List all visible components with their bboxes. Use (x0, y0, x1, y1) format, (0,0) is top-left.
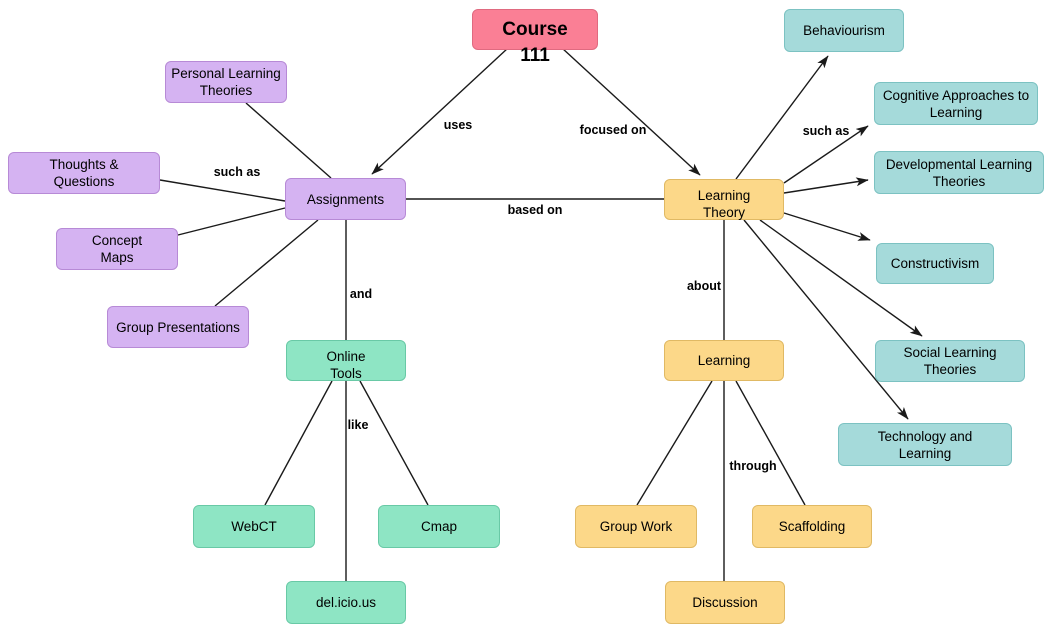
node-learning[interactable]: Learning (664, 340, 784, 381)
node-behaviourism[interactable]: Behaviourism (784, 9, 904, 52)
edge-course-assignments (371, 47, 509, 175)
node-label-constructivism: Constructivism (890, 256, 980, 271)
node-groupwork[interactable]: Group Work (575, 505, 697, 548)
edge-label-about: about (686, 279, 722, 293)
edge-grouppres-assignments (214, 219, 319, 307)
edge-learning-scaffolding (735, 380, 806, 506)
edge-label-such-as-left: such as (213, 165, 261, 179)
node-label-webct: WebCT (231, 519, 277, 534)
edge-label-like: like (347, 418, 369, 432)
node-social[interactable]: Social Learning Theories (875, 340, 1025, 382)
node-scaffolding[interactable]: Scaffolding (752, 505, 872, 548)
node-label-groupwork: Group Work (599, 519, 673, 534)
node-label-thoughts: Thoughts & Questions (49, 157, 119, 189)
node-label-cmap: Cmap (420, 519, 457, 534)
edge-learningtheory-behaviourism (735, 55, 829, 180)
node-label-behaviourism: Behaviourism (803, 23, 885, 38)
edge-thoughts-assignments (159, 179, 286, 202)
edge-learningtheory-constructivism (783, 212, 871, 241)
node-onlinetools[interactable]: Online Tools (286, 340, 406, 381)
node-label-grouppres: Group Presentations (116, 319, 240, 335)
node-constructivism[interactable]: Constructivism (876, 243, 994, 284)
edge-label-through: through (729, 459, 777, 473)
node-label-scaffolding: Scaffolding (778, 519, 846, 534)
node-label-conceptmaps: Concept Maps (91, 233, 143, 265)
node-label-social: Social Learning Theories (903, 345, 997, 377)
node-label-cognitive: Cognitive Approaches to Learning (882, 87, 1030, 120)
node-course[interactable]: Course 111 (472, 9, 598, 66)
concept-map-canvas: Course 111 Personal Learning Theories Thou… (0, 0, 1048, 634)
node-label-learningtheory: Learning Theory (697, 188, 751, 220)
node-conceptmaps[interactable]: Concept Maps (56, 228, 178, 270)
edge-onlinetools-webct (264, 380, 333, 506)
edge-label-uses: uses (443, 118, 473, 132)
node-thoughts[interactable]: Thoughts & Questions (8, 152, 160, 194)
node-assignments[interactable]: Assignments (285, 178, 406, 220)
node-technology[interactable]: Technology and Learning (838, 423, 1012, 466)
node-discussion[interactable]: Discussion (665, 581, 785, 624)
node-label-discussion: Discussion (692, 595, 758, 610)
edge-label-based-on: based on (507, 203, 563, 217)
node-developmental[interactable]: Developmental Learning Theories (874, 151, 1044, 194)
node-label-technology: Technology and Learning (877, 428, 973, 461)
node-label-developmental: Developmental Learning Theories (885, 156, 1033, 189)
node-grouppres[interactable]: Group Presentations (107, 306, 249, 348)
edge-learning-groupwork (636, 380, 713, 506)
node-delicious[interactable]: del.icio.us (286, 581, 406, 624)
node-label-onlinetools: Online Tools (326, 349, 366, 381)
node-label-course: Course 111 (502, 19, 568, 66)
node-label-delicious: del.icio.us (315, 595, 377, 610)
edge-label-and: and (349, 287, 373, 301)
node-learningtheory[interactable]: Learning Theory (664, 179, 784, 220)
node-label-assignments: Assignments (306, 191, 385, 207)
node-label-personal: Personal Learning Theories (171, 66, 281, 98)
node-webct[interactable]: WebCT (193, 505, 315, 548)
edge-label-such-as-right: such as (802, 124, 850, 138)
edge-label-focused-on: focused on (579, 123, 647, 137)
edge-onlinetools-cmap (359, 380, 429, 506)
node-label-learning: Learning (697, 353, 751, 368)
node-personal[interactable]: Personal Learning Theories (165, 61, 287, 103)
edge-learningtheory-developmental (783, 177, 869, 194)
node-cognitive[interactable]: Cognitive Approaches to Learning (874, 82, 1038, 125)
edge-course-learningtheory (561, 47, 701, 176)
edge-conceptmaps-assignments (177, 207, 286, 236)
node-cmap[interactable]: Cmap (378, 505, 500, 548)
